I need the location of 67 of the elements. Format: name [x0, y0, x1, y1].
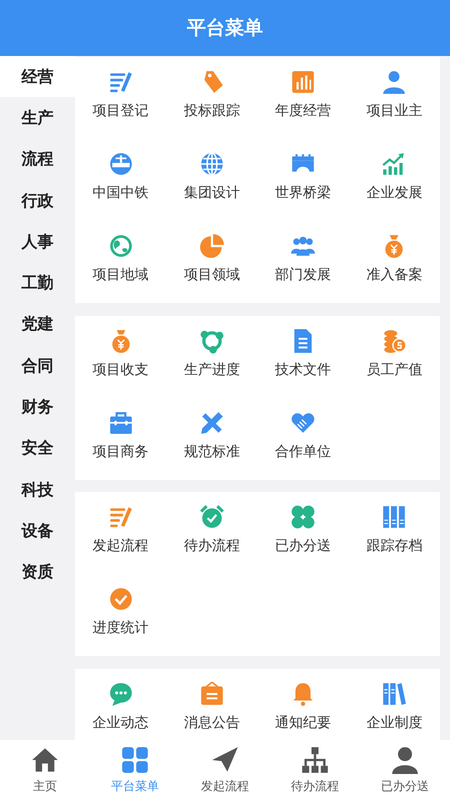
paper-plane-icon	[211, 746, 239, 774]
coins-icon	[381, 328, 408, 354]
emblem-icon	[108, 151, 134, 177]
menu-item-label[interactable]: 技术文件	[275, 360, 332, 380]
menu-item-label[interactable]: 准入备案	[366, 265, 422, 286]
menu-item-label[interactable]: 项目收支	[92, 360, 149, 380]
menu-item-label[interactable]: 部门发展	[275, 265, 332, 286]
menu-item-label[interactable]: 项目地域	[92, 265, 149, 286]
four-leaf-icon	[290, 504, 316, 530]
menu-item-label[interactable]: 中国中铁	[92, 183, 149, 204]
menu-item-label[interactable]: 进度统计	[92, 618, 149, 639]
sidebar-item[interactable]: 经营	[0, 56, 75, 98]
hanging-sign-icon	[198, 680, 225, 706]
sidebar-item[interactable]: 设备	[0, 510, 75, 552]
menu-item-label[interactable]: 项目业主	[366, 101, 422, 122]
hierarchy-icon	[301, 746, 329, 774]
tab-button[interactable]: 主页	[0, 740, 90, 800]
sidebar-item[interactable]: 科技	[0, 468, 75, 510]
header-title: 平台菜单	[187, 16, 263, 41]
person-icon	[391, 746, 419, 774]
menu-item-label[interactable]: 发起流程	[92, 536, 149, 557]
sidebar-item[interactable]: 合同	[0, 345, 75, 386]
sidebar-item[interactable]: 资质	[0, 552, 75, 593]
menu-item-label[interactable]: 员工产值	[366, 360, 422, 380]
menu-item-label[interactable]: 投标跟踪	[184, 101, 240, 122]
binders-icon	[381, 504, 408, 530]
menu-item-label[interactable]: 项目登记	[92, 101, 149, 122]
menu-item-label[interactable]: 企业发展	[366, 183, 422, 204]
sidebar-item[interactable]: 流程	[0, 138, 75, 180]
tab-button[interactable]: 发起流程	[180, 740, 270, 800]
menu-item-label[interactable]: 生产进度	[184, 360, 240, 380]
menu-item-label[interactable]: 企业制度	[366, 712, 422, 734]
menu-item-label[interactable]: 项目领域	[184, 265, 240, 286]
menu-item-label[interactable]: 集团设计	[184, 183, 240, 204]
bar-chart-icon	[290, 69, 316, 95]
menu-item-label[interactable]: 消息公告	[184, 712, 240, 734]
check-circle-icon	[108, 586, 134, 612]
books-icon	[381, 680, 408, 706]
sidebar-item[interactable]: 人事	[0, 221, 75, 262]
menu-item-label[interactable]: 项目商务	[92, 442, 149, 462]
menu-item-label[interactable]: 合作单位	[275, 442, 332, 462]
sidebar-item[interactable]: 行政	[0, 180, 75, 222]
grid-icon	[121, 746, 149, 774]
sidebar-item[interactable]: 工勤	[0, 262, 75, 304]
tab-button[interactable]: 已办分送	[360, 740, 450, 800]
sidebar-item[interactable]: 财务	[0, 386, 75, 428]
person-icon	[381, 69, 408, 95]
sidebar-item[interactable]: 党建	[0, 304, 75, 346]
menu-item-label[interactable]: 通知纪要	[275, 712, 332, 734]
toolbox-icon	[108, 410, 134, 436]
sidebar-item[interactable]: 安全	[0, 428, 75, 469]
menu-item-label[interactable]: 企业动态	[92, 712, 149, 734]
menu-item-label[interactable]: 已办分送	[275, 536, 332, 557]
menu-item-label[interactable]: 世界桥梁	[275, 183, 332, 204]
globe-icon	[198, 151, 225, 177]
menu-item-label[interactable]: 跟踪存档	[366, 536, 422, 557]
alarm-clock-check-icon	[198, 504, 225, 530]
sidebar-item[interactable]: 生产	[0, 97, 75, 139]
menu-item-label[interactable]: 待办流程	[184, 536, 240, 557]
tab-button[interactable]: 待办流程	[270, 740, 360, 800]
earth-icon	[108, 233, 134, 259]
chat-bubble-icon	[108, 680, 134, 706]
cycle-icon	[198, 328, 225, 354]
home-icon	[31, 746, 59, 774]
menu-item-label[interactable]: 年度经营	[275, 101, 332, 122]
menu-item-label[interactable]: 规范标准	[184, 442, 240, 462]
pie-chart-icon	[198, 233, 225, 259]
